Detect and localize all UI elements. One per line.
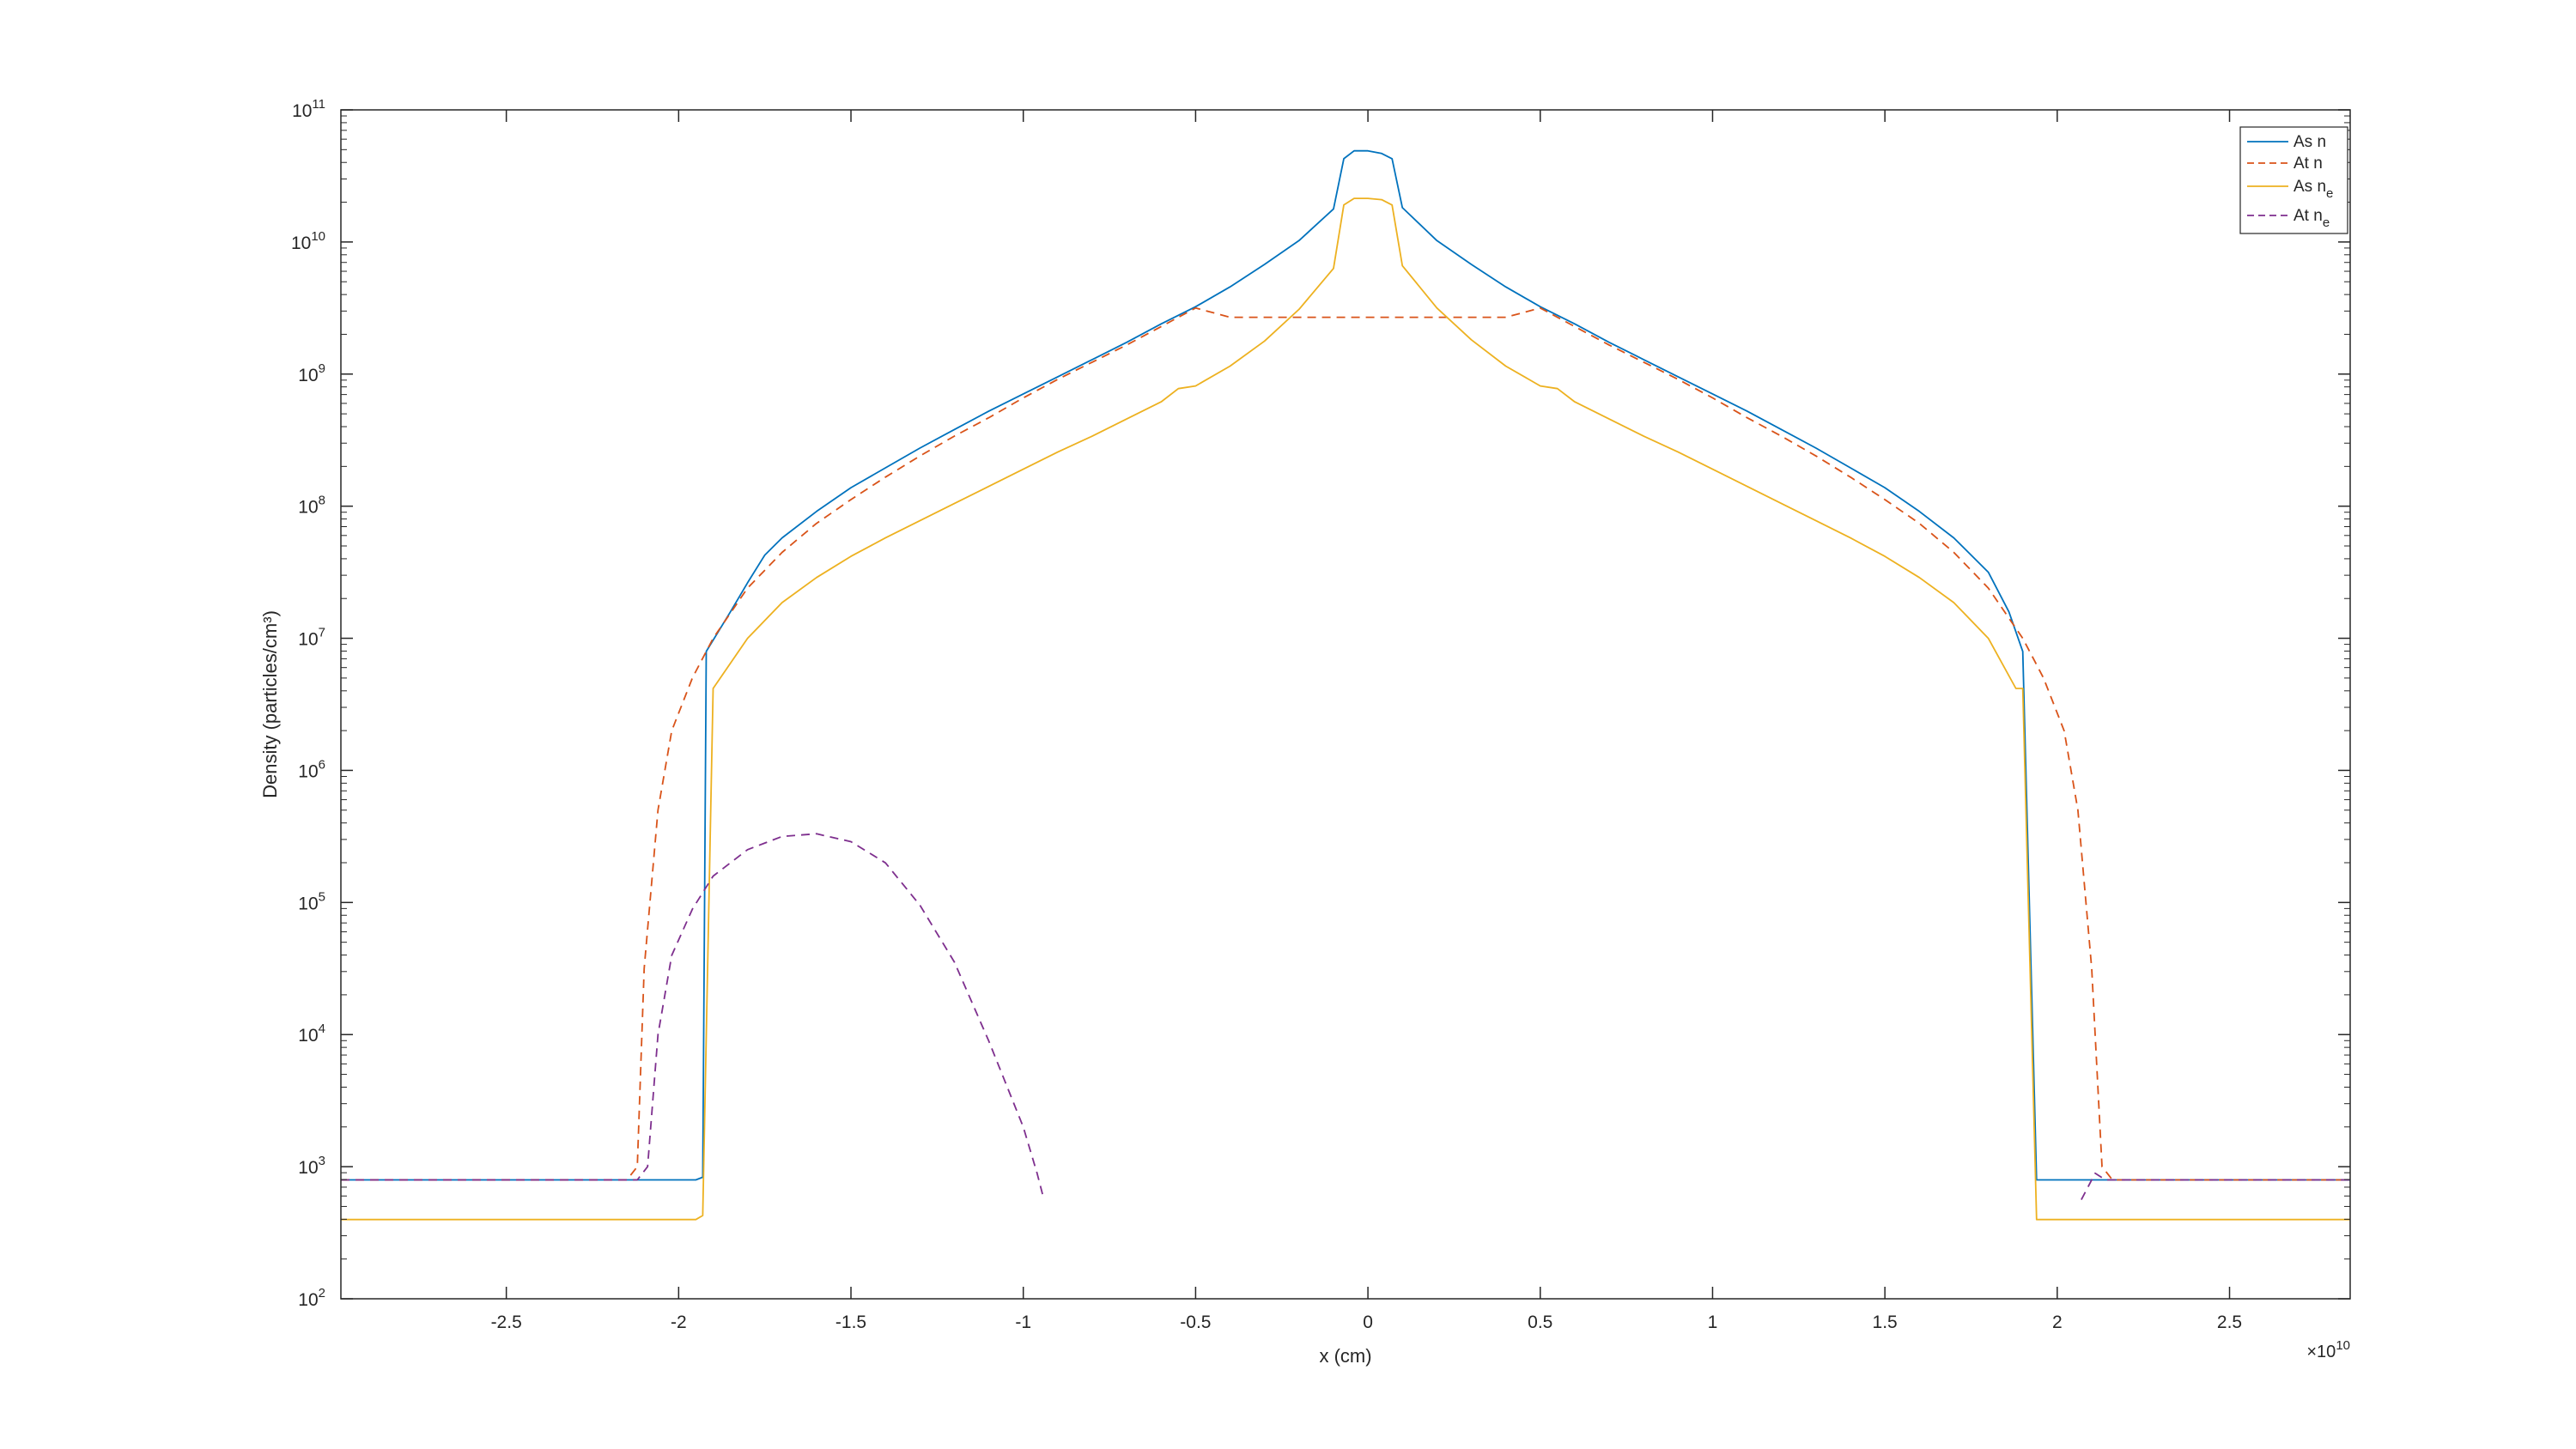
x-tick-label: 2.5 <box>2217 1313 2242 1332</box>
y-axis-label: Density (particles/cm³) <box>259 610 281 798</box>
x-tick-label: 1 <box>1708 1313 1718 1332</box>
x-tick-label: -1 <box>1015 1313 1031 1332</box>
x-tick-label: -1.5 <box>835 1313 866 1332</box>
plot-area <box>341 110 2350 1299</box>
x-tick-label: 2 <box>2052 1313 2063 1332</box>
x-tick-label: -2 <box>671 1313 687 1332</box>
x-tick-label: 0 <box>1363 1313 1373 1332</box>
x-axis-exponent-power: 10 <box>2336 1338 2350 1353</box>
x-tick-label: 0.5 <box>1528 1313 1552 1332</box>
x-axis-label: x (cm) <box>1319 1345 1371 1367</box>
x-tick-label: -0.5 <box>1180 1313 1211 1332</box>
legend-label-2: At n <box>2293 155 2323 173</box>
x-axis-exponent-prefix: ×10 <box>2306 1343 2336 1361</box>
density-chart: -2.5 -2 -1.5 -1 -0.5 0 0.5 1 1.5 2 2.5 10210310410… <box>0 0 2576 1449</box>
x-tick-label: 1.5 <box>1873 1313 1898 1332</box>
legend: As nAt nAs neAt ne <box>2239 126 2348 234</box>
legend-label-1: As n <box>2293 133 2326 151</box>
x-tick-label: -2.5 <box>491 1313 522 1332</box>
